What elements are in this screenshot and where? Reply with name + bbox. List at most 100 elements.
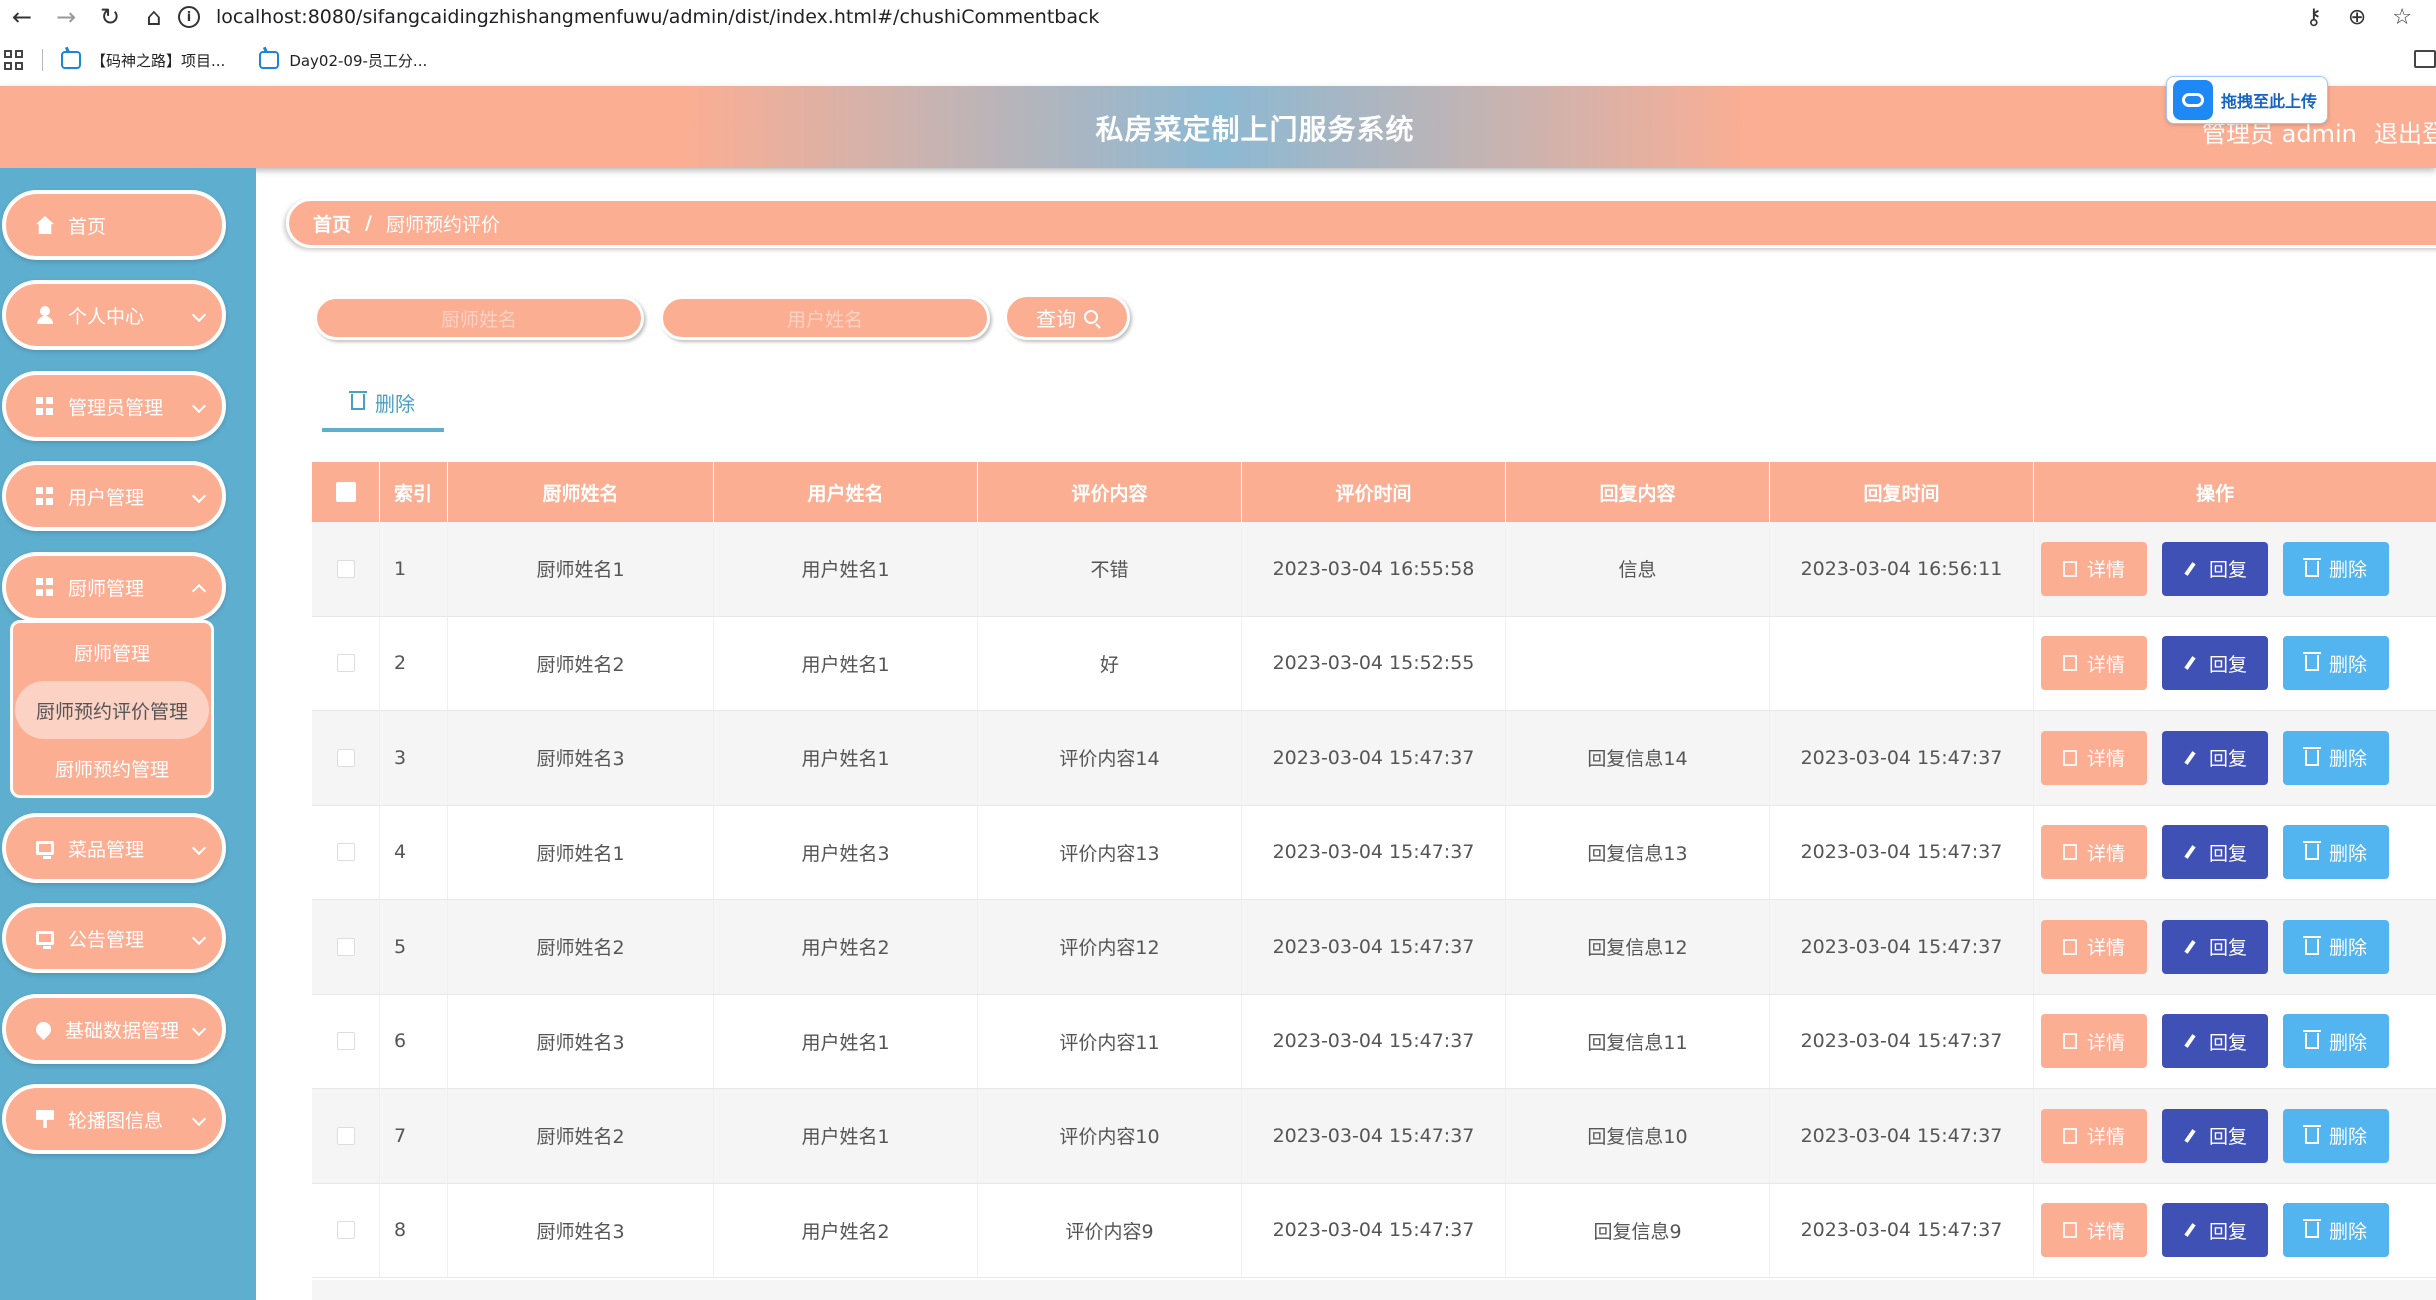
bookmark-item[interactable]: Day02-09-员工分... (259, 50, 427, 71)
cell-reply: 回复信息13 (1506, 805, 1770, 899)
table-body: 1 厨师姓名1 用户姓名1 不错 2023-03-04 16:55:58 信息 … (312, 522, 2436, 1278)
sidebar-item-chefs[interactable]: 厨师管理 (2, 552, 226, 622)
reload-icon[interactable]: ↻ (88, 0, 132, 34)
sidebar-item-users[interactable]: 用户管理 (2, 461, 226, 531)
home-icon[interactable]: ⌂ (132, 0, 176, 34)
reply-button[interactable]: 回复 (2162, 1203, 2268, 1258)
column-header: 操作 (2195, 482, 2234, 505)
table-row: 6 厨师姓名3 用户姓名1 评价内容11 2023-03-04 15:47:37… (312, 994, 2436, 1089)
cell-chef-name: 厨师姓名1 (448, 805, 714, 899)
delete-button[interactable]: 删除 (2283, 1108, 2389, 1163)
sidebar-item-home[interactable]: 首页 (2, 190, 226, 260)
query-button[interactable]: 查询 (1004, 294, 1130, 340)
delete-label: 删除 (2328, 559, 2367, 582)
sidebar-item-dishes[interactable]: 菜品管理 (2, 813, 226, 883)
reply-button[interactable]: 回复 (2162, 730, 2268, 785)
back-icon[interactable]: ← (0, 0, 44, 34)
address-bar[interactable]: i localhost:8080/sifangcaidingzhishangme… (178, 2, 1099, 32)
monitor-icon (36, 841, 54, 859)
sidebar-item-notices[interactable]: 公告管理 (2, 903, 226, 973)
delete-label: 删除 (2328, 1220, 2367, 1243)
submenu-item-chef-bookings[interactable]: 厨师预约管理 (13, 739, 211, 797)
detail-button[interactable]: 详情 (2041, 919, 2147, 974)
query-label: 查询 (1036, 306, 1076, 331)
star-icon[interactable]: ☆ (2392, 5, 2412, 30)
submenu-item-chef-management[interactable]: 厨师管理 (13, 623, 211, 681)
key-icon[interactable]: ⚷ (2306, 5, 2322, 30)
reply-button[interactable]: 回复 (2162, 919, 2268, 974)
user-name-search-input[interactable]: 用户姓名 (660, 296, 990, 340)
logout-link[interactable]: 退出登 (2374, 114, 2436, 149)
row-checkbox[interactable] (336, 559, 355, 578)
cell-actions: 详情 回复 删除 (2034, 617, 2396, 711)
site-info-icon[interactable]: i (178, 6, 200, 28)
delete-button[interactable]: 删除 (2283, 825, 2389, 880)
reply-button[interactable]: 回复 (2162, 825, 2268, 880)
apps-icon[interactable] (4, 50, 24, 70)
delete-button[interactable]: 删除 (2283, 730, 2389, 785)
row-checkbox[interactable] (336, 748, 355, 767)
cell-comment: 评价内容14 (978, 711, 1242, 805)
cell-index: 1 (380, 522, 448, 616)
row-checkbox[interactable] (336, 1032, 355, 1051)
upload-label: 拖拽至此上传 (2221, 92, 2318, 111)
delete-label: 删除 (2328, 937, 2367, 960)
reply-button[interactable]: 回复 (2162, 1014, 2268, 1069)
breadcrumb-home[interactable]: 首页 (313, 210, 351, 237)
row-checkbox[interactable] (336, 937, 355, 956)
delete-button[interactable]: 删除 (2283, 541, 2389, 596)
cell-reply-time: 2023-03-04 15:47:37 (1770, 711, 2034, 805)
sidebar-item-admins[interactable]: 管理员管理 (2, 371, 226, 441)
cell-reply: 回复信息9 (1506, 1183, 1770, 1277)
sidebar-item-label: 厨师管理 (68, 577, 145, 600)
reply-button[interactable]: 回复 (2162, 1108, 2268, 1163)
sidebar-item-label: 轮播图信息 (68, 1109, 164, 1132)
folder-icon[interactable] (2414, 50, 2436, 68)
cell-reply-time: 2023-03-04 15:47:37 (1770, 900, 2034, 994)
reply-button[interactable]: 回复 (2162, 636, 2268, 691)
sidebar-item-carousel[interactable]: 轮播图信息 (2, 1084, 226, 1154)
comments-table: 索引 厨师姓名 用户姓名 评价内容 评价时间 回复内容 回复时间 操作 1 厨师… (312, 462, 2436, 1278)
detail-label: 详情 (2086, 559, 2125, 582)
cell-actions: 详情 回复 删除 (2034, 711, 2396, 805)
table-header: 索引 厨师姓名 用户姓名 评价内容 评价时间 回复内容 回复时间 操作 (312, 462, 2436, 522)
submenu-item-chef-comments[interactable]: 厨师预约评价管理 (15, 681, 209, 739)
detail-button[interactable]: 详情 (2041, 730, 2147, 785)
detail-button[interactable]: 详情 (2041, 1203, 2147, 1258)
bookmark-label: Day02-09-员工分... (289, 51, 428, 70)
upload-widget[interactable]: 拖拽至此上传 (2166, 76, 2328, 124)
url-text[interactable]: localhost:8080/sifangcaidingzhishangmenf… (216, 6, 1099, 28)
cell-reply: 信息 (1506, 522, 1770, 616)
detail-button[interactable]: 详情 (2041, 825, 2147, 880)
detail-button[interactable]: 详情 (2041, 636, 2147, 691)
reply-button[interactable]: 回复 (2162, 541, 2268, 596)
zoom-icon[interactable]: ⊕ (2348, 5, 2366, 30)
row-checkbox[interactable] (336, 843, 355, 862)
edit-icon (2184, 1223, 2196, 1238)
delete-button[interactable]: 删除 (2283, 919, 2389, 974)
batch-delete-button[interactable]: 删除 (322, 376, 444, 432)
bookmark-label: 【码神之路】项目... (91, 51, 226, 70)
delete-button[interactable]: 删除 (2283, 1203, 2389, 1258)
sidebar-item-basic-data[interactable]: 基础数据管理 (2, 994, 226, 1064)
select-all-checkbox[interactable] (335, 482, 356, 502)
row-checkbox[interactable] (336, 1221, 355, 1240)
delete-button[interactable]: 删除 (2283, 636, 2389, 691)
cell-user-name: 用户姓名1 (714, 1089, 978, 1183)
sidebar-item-profile[interactable]: 个人中心 (2, 280, 226, 350)
chef-submenu: 厨师管理 厨师预约评价管理 厨师预约管理 (10, 620, 214, 798)
trash-icon (2302, 1030, 2321, 1050)
detail-button[interactable]: 详情 (2041, 1014, 2147, 1069)
cell-chef-name: 厨师姓名2 (448, 1089, 714, 1183)
trash-icon (2302, 1219, 2321, 1239)
delete-button[interactable]: 删除 (2283, 1014, 2389, 1069)
chef-name-search-input[interactable]: 厨师姓名 (314, 296, 644, 340)
forward-icon[interactable]: → (44, 0, 88, 34)
detail-button[interactable]: 详情 (2041, 541, 2147, 596)
cell-reply-time: 2023-03-04 15:47:37 (1770, 805, 2034, 899)
table-row: 5 厨师姓名2 用户姓名2 评价内容12 2023-03-04 15:47:37… (312, 900, 2436, 995)
bookmark-item[interactable]: 【码神之路】项目... (61, 50, 225, 71)
detail-button[interactable]: 详情 (2041, 1108, 2147, 1163)
row-checkbox[interactable] (336, 1126, 355, 1145)
row-checkbox[interactable] (336, 654, 355, 673)
